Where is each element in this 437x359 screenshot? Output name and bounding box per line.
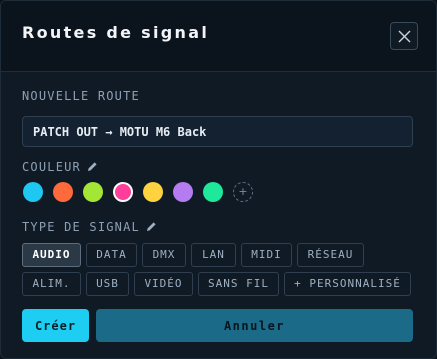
signal-type-chip[interactable]: + PERSONNALISÉ [284,272,411,296]
signal-type-chip[interactable]: DATA [86,243,137,267]
signal-type-chip[interactable]: USB [86,272,129,296]
signal-type-chip[interactable]: ALIM. [22,272,81,296]
edit-pencil-icon[interactable] [87,161,98,175]
signal-routes-dialog: Routes de signal NOUVELLE ROUTE COULEUR … [0,0,437,359]
signal-type-label-row: TYPE DE SIGNAL [22,220,157,235]
create-button[interactable]: Créer [22,309,89,342]
signal-type-chip[interactable]: SANS FIL [198,272,279,296]
color-swatch[interactable] [143,182,163,202]
close-icon [398,30,411,43]
cancel-button[interactable]: Annuler [96,309,413,342]
edit-pencil-icon[interactable] [146,221,157,235]
signal-type-chip[interactable]: VIDÉO [134,272,193,296]
new-route-label: NOUVELLE ROUTE [22,89,140,103]
color-swatch[interactable] [173,182,193,202]
signal-type-chip[interactable]: AUDIO [22,243,81,267]
close-button[interactable] [390,22,418,50]
signal-type-chip[interactable]: DMX [142,243,186,267]
color-swatch[interactable] [203,182,223,202]
color-label: COULEUR [22,160,81,174]
signal-type-chip[interactable]: MIDI [241,243,292,267]
dialog-title: Routes de signal [22,23,210,42]
signal-type-chip[interactable]: RÉSEAU [297,243,364,267]
dialog-header: Routes de signal [1,1,436,72]
color-swatch[interactable] [113,182,133,202]
signal-type-label: TYPE DE SIGNAL [22,220,140,234]
color-swatch[interactable] [23,182,43,202]
add-color-button[interactable]: + [233,182,253,202]
color-label-row: COULEUR [22,160,98,175]
signal-type-chip[interactable]: LAN [191,243,236,267]
color-swatch[interactable] [53,182,73,202]
route-name-input[interactable] [22,116,413,147]
color-swatch[interactable] [83,182,103,202]
